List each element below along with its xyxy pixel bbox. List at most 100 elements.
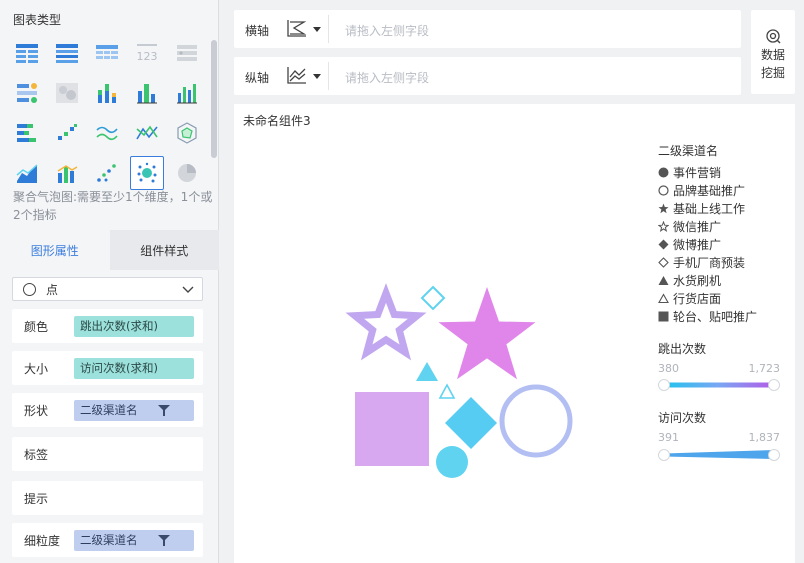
bubble-diamond-outline[interactable] [420,285,446,311]
slider-handle-max[interactable] [768,379,780,391]
property-label: 细粒度 [24,533,61,548]
bubble-star-filled[interactable] [438,287,536,380]
legend-item[interactable]: 行货店面 [658,289,793,307]
bar-icon [177,84,197,104]
chart-type-cross-table[interactable] [50,36,84,70]
granularity-field-pill[interactable]: 二级渠道名 [74,529,194,551]
filter-icon[interactable] [158,534,170,546]
x-axis-drop-zone[interactable]: 请拖入左侧字段 [345,22,429,39]
combo-line-icon [136,125,158,140]
chart-type-list[interactable] [10,76,44,110]
bubble-square-filled[interactable] [355,392,429,466]
dropdown-caret-icon[interactable] [313,27,321,33]
chart-type-bubble[interactable] [130,156,164,190]
shape-field-text: 二级渠道名 [80,403,138,417]
property-label-field[interactable]: 标签 [12,437,203,471]
chart-type-table[interactable] [10,36,44,70]
property-granularity[interactable]: 细粒度 二级渠道名 [12,523,203,557]
property-label: 形状 [24,403,49,418]
x-axis-label: 横轴 [245,24,270,38]
svg-text:123: 123 [137,50,158,63]
property-tooltip[interactable]: 提示 [12,481,203,515]
chart-type-bar[interactable] [170,76,204,110]
filter-icon[interactable] [158,404,170,416]
line-chart-icon[interactable] [286,65,308,85]
chart-type-card[interactable] [170,36,204,70]
chart-type-line[interactable] [90,116,124,150]
card-icon [177,45,197,61]
table-icon [16,44,38,63]
color-field-pill[interactable]: 跳出次数(求和) [74,315,194,337]
legend-item[interactable]: 微信推广 [658,217,793,235]
data-mining-label-line1: 数据 [760,48,785,62]
chart-type-kpi[interactable]: 123 [130,36,164,70]
area-icon [16,164,38,183]
chart-type-radar[interactable] [170,116,204,150]
chart-type-combo-line[interactable] [130,116,164,150]
diamond-outline-icon [658,256,669,268]
chart-type-pie[interactable] [170,156,204,190]
scatter-icon [97,164,116,182]
legend-item[interactable]: 水货刷机 [658,271,793,289]
legend-item[interactable]: 微博推广 [658,235,793,253]
shape-field-pill[interactable]: 二级渠道名 [74,399,194,421]
size-legend-range: 391 1,837 [658,431,780,445]
property-label: 颜色 [24,319,49,334]
chart-type-heatmap[interactable] [50,76,84,110]
size-field-pill[interactable]: 访问次数(求和) [74,357,194,379]
property-label: 提示 [24,491,49,506]
chart-type-scrollbar[interactable] [211,40,217,158]
bubble-diamond-filled[interactable] [445,397,497,449]
y-axis-drop-zone[interactable]: 请拖入左侧字段 [345,69,429,86]
wave-line-icon [96,126,118,141]
property-shape[interactable]: 形状 二级渠道名 [12,393,203,427]
color-gradient-slider[interactable] [658,378,780,392]
bubble-plot [345,283,573,478]
kpi-number-icon: 123 [137,44,158,63]
legend-item[interactable]: 手机厂商预装 [658,253,793,271]
bubble-circle-outline[interactable] [499,384,573,458]
size-wedge-slider[interactable] [658,447,780,463]
mark-type-value: 点 [46,282,59,297]
x-axis-bar: 横轴 请拖入左侧字段 [234,10,741,48]
bubble-triangle-filled[interactable] [416,362,438,381]
bubble-triangle-outline[interactable] [438,383,456,399]
data-mining-label-line2: 挖掘 [760,66,785,80]
property-color[interactable]: 颜色 跳出次数(求和) [12,309,203,343]
tab-component-style[interactable]: 组件样式 [109,230,219,270]
chart-type-grouped-bar[interactable] [130,76,164,110]
legend-item[interactable]: 轮台、贴吧推广 [658,307,793,325]
property-size[interactable]: 大小 访问次数(求和) [12,351,203,385]
left-panel: 图表类型 123 聚合气泡图:需要至少1个维度，1个或2个指标 图形属性 组件样… [0,0,219,563]
data-mining-button[interactable]: 数据 挖掘 [751,10,795,94]
slider-handle-min[interactable] [658,379,670,391]
size-legend-title: 访问次数 [658,411,707,425]
tab-graphic-properties[interactable]: 图形属性 [0,230,110,270]
mark-type-select[interactable]: 点 [12,277,203,301]
legend-item[interactable]: 基础上线工作 [658,199,793,217]
chart-type-scatter[interactable] [90,156,124,190]
slider-handle-max[interactable] [768,449,780,461]
diamond-filled-icon [658,239,669,249]
color-legend-min: 380 [658,362,679,375]
data-mining-label: 数据 挖掘 [751,46,795,82]
grouped-bar-icon [137,84,157,104]
circle-outline-icon [658,184,669,196]
bubble-star-outline[interactable] [345,283,427,361]
chart-type-stacked-bar[interactable] [90,76,124,110]
area-chart-icon[interactable] [286,18,308,38]
chart-canvas: 未命名组件3 二级渠道名 事件营销 品牌基础推广 基础上线工作 微信推广 微博推… [234,104,795,563]
legend-item[interactable]: 品牌基础推广 [658,181,793,199]
chart-type-area[interactable] [10,156,44,190]
chart-type-detail-table[interactable] [90,36,124,70]
size-legend-min: 391 [658,431,679,444]
chart-type-step[interactable] [50,116,84,150]
color-legend-title: 跳出次数 [658,342,707,356]
heatmap-icon [56,83,78,103]
legend-item[interactable]: 事件营销 [658,163,793,181]
slider-handle-min[interactable] [658,449,670,461]
bubble-circle-filled[interactable] [436,446,468,478]
chart-type-bar-line[interactable] [50,156,84,190]
chart-type-horizontal-bar[interactable] [10,116,44,150]
dropdown-caret-icon[interactable] [313,74,321,80]
